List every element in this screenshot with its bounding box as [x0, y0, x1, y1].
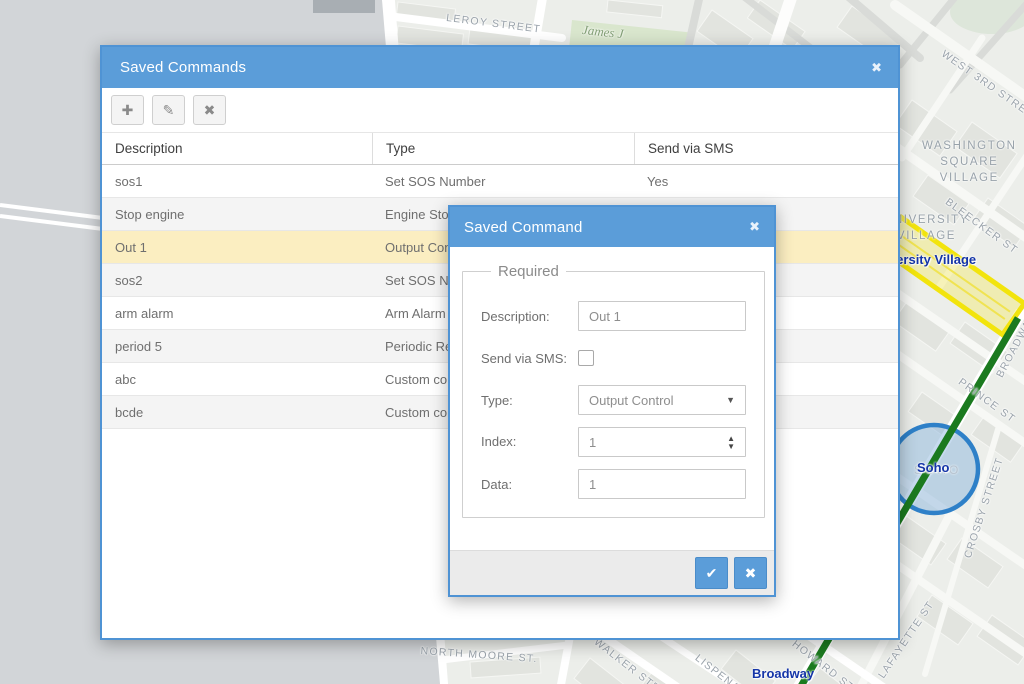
cell-description: bcde	[102, 405, 372, 420]
saved-command-body: Required Description: Send via SMS: Type…	[450, 247, 774, 550]
map-label: LEROY STREET	[446, 12, 542, 36]
pencil-icon: ✎	[163, 102, 175, 119]
description-row: Description:	[481, 301, 746, 331]
map-label: HOWARD STREET	[790, 638, 883, 684]
marker-label[interactable]: Broadway	[752, 666, 814, 681]
cell-sms: Yes	[634, 174, 898, 189]
fieldset-legend: Required	[491, 263, 566, 280]
edit-command-button[interactable]: ✎	[152, 95, 185, 125]
checkmark-icon: ✔	[706, 565, 718, 582]
map-label: WEST 3RD STREET	[939, 48, 1024, 125]
app-stage: LEROY STREET James J WEST 3RD STREET WASHIN…	[0, 0, 1024, 684]
required-fieldset: Required Description: Send via SMS: Type…	[462, 263, 765, 518]
commands-toolbar: ✚ ✎ ✖	[102, 88, 898, 132]
cell-description: abc	[102, 372, 372, 387]
cell-description: period 5	[102, 339, 372, 354]
map-label: BLEECKER ST	[943, 196, 1020, 257]
data-input[interactable]	[578, 469, 746, 499]
type-select-value: Output Control	[589, 393, 726, 408]
map-label: WALKER STREET	[592, 636, 682, 684]
delete-command-button[interactable]: ✖	[193, 95, 226, 125]
map-label: James J	[581, 22, 624, 42]
cell-description: sos1	[102, 174, 372, 189]
index-label: Index:	[481, 434, 516, 449]
index-stepper[interactable]: 1 ▲ ▼	[578, 427, 746, 457]
plus-icon: ✚	[122, 102, 134, 119]
column-header-description[interactable]: Description	[102, 133, 372, 164]
cell-description: Stop engine	[102, 207, 372, 222]
chevron-down-icon: ▼	[726, 395, 735, 405]
close-icon[interactable]: ✖	[749, 219, 760, 235]
saved-command-titlebar[interactable]: Saved Command ✖	[450, 207, 774, 247]
index-value: 1	[589, 435, 727, 450]
send-via-sms-checkbox[interactable]	[578, 350, 594, 366]
cancel-button[interactable]: ✖	[734, 557, 767, 589]
type-row: Type: Output Control ▼	[481, 385, 746, 415]
dialog-title: Saved Command	[464, 219, 583, 236]
type-select[interactable]: Output Control ▼	[578, 385, 746, 415]
add-command-button[interactable]: ✚	[111, 95, 144, 125]
cell-type: Set SOS Number	[372, 174, 634, 189]
send-via-sms-label: Send via SMS:	[481, 351, 578, 366]
close-icon[interactable]: ✖	[871, 60, 882, 76]
description-label: Description:	[481, 309, 578, 324]
index-row: Index: 1 ▲ ▼	[481, 427, 746, 457]
dialog-title: Saved Commands	[120, 59, 246, 76]
data-row: Data:	[481, 469, 746, 499]
delete-icon: ✖	[204, 102, 216, 119]
confirm-button[interactable]: ✔	[695, 557, 728, 589]
description-input[interactable]	[578, 301, 746, 331]
send-via-sms-row: Send via SMS:	[481, 343, 746, 373]
map-label: PRINCE ST	[956, 376, 1018, 426]
map-label: SOHO	[914, 463, 961, 477]
map-label: CROSBY STREET	[962, 456, 1006, 560]
stepper-down-icon[interactable]: ▼	[727, 443, 735, 450]
saved-command-footer: ✔ ✖	[450, 550, 774, 595]
table-header: Description Type Send via SMS	[102, 132, 898, 165]
cell-description: Out 1	[102, 240, 372, 255]
map-label: WASHINGTON SQUARE VILLAGE	[922, 138, 1017, 186]
close-icon: ✖	[745, 565, 757, 582]
table-row[interactable]: sos1Set SOS NumberYes	[102, 165, 898, 198]
stepper-up-icon[interactable]: ▲	[727, 435, 735, 442]
column-header-send-via-sms[interactable]: Send via SMS	[634, 133, 898, 164]
type-label: Type:	[481, 393, 578, 408]
marker-label[interactable]: Soho	[917, 460, 950, 475]
map-label: LISPENARD ST	[693, 652, 772, 684]
cell-description: arm alarm	[102, 306, 372, 321]
map-label: BROADWAY	[994, 312, 1024, 380]
saved-command-dialog: Saved Command ✖ Required Description: Se…	[448, 205, 776, 597]
map-label: NORTH MOORE ST.	[420, 645, 538, 665]
column-header-type[interactable]: Type	[372, 133, 634, 164]
cell-description: sos2	[102, 273, 372, 288]
data-label: Data:	[481, 477, 578, 492]
saved-commands-titlebar[interactable]: Saved Commands ✖	[102, 47, 898, 88]
